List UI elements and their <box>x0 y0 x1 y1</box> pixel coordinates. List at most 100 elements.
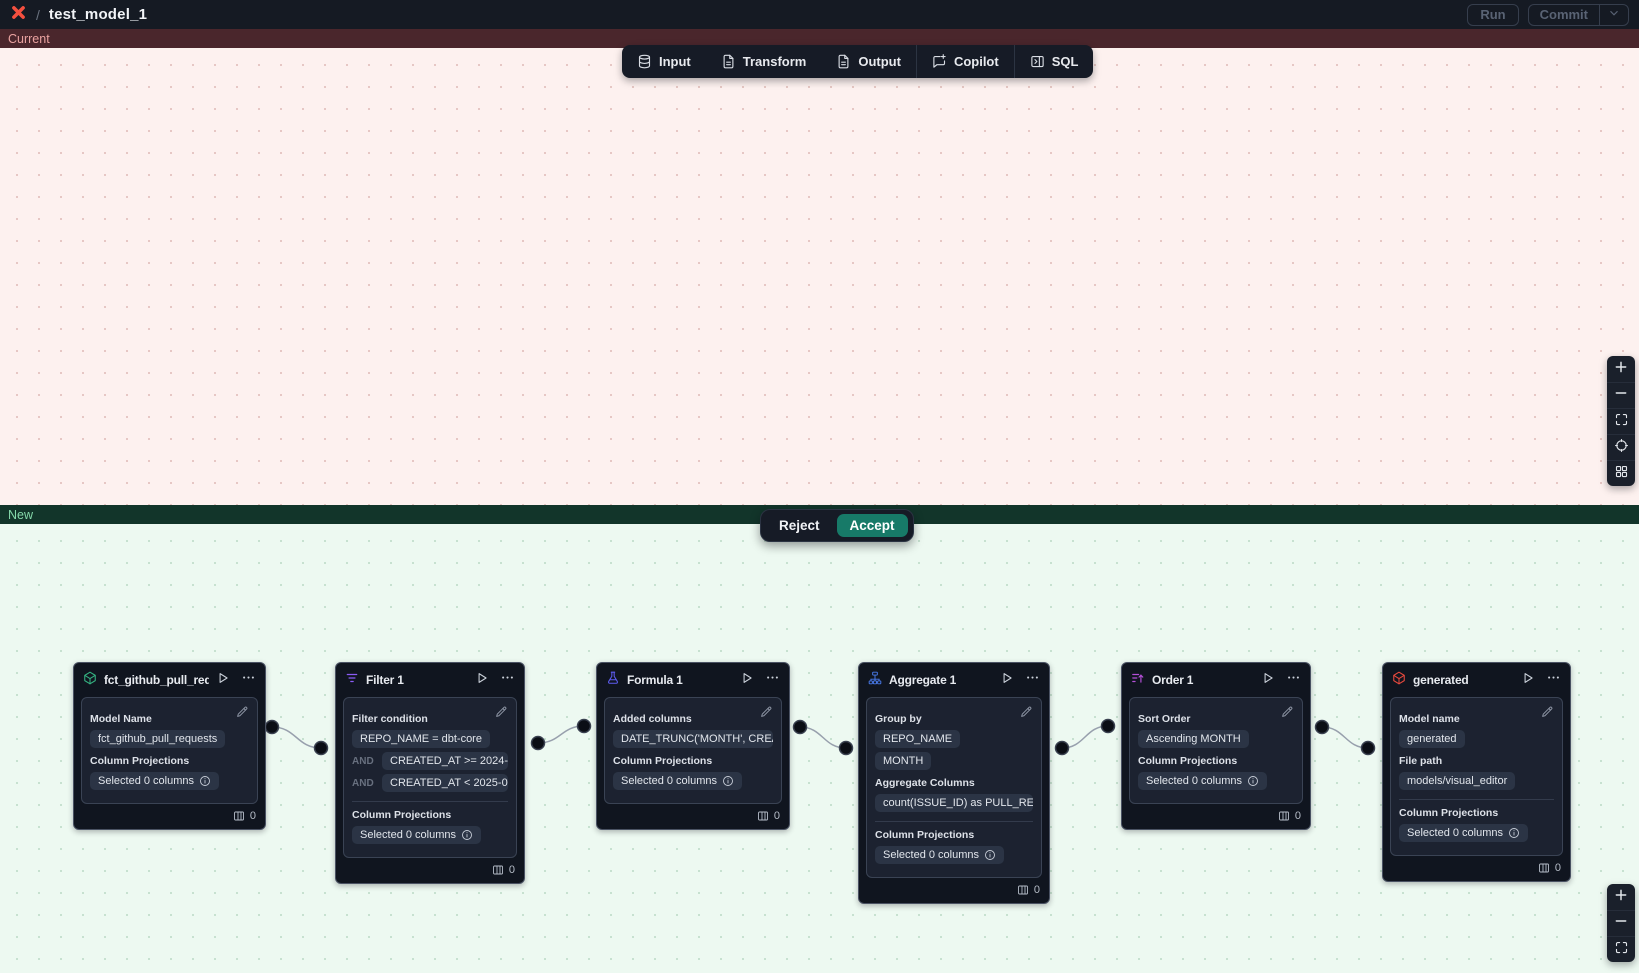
value-row: AND CREATED_AT >= 2024-12-01 <box>352 752 508 770</box>
zoom-in-button[interactable] <box>1607 884 1635 910</box>
edit-node-button[interactable] <box>1020 705 1033 723</box>
node-body: Filter conditionREPO_NAME = dbt-coreANDC… <box>343 697 517 858</box>
node-toolbar: Input Transform OutputCopilotSQL <box>622 45 1093 78</box>
info-icon[interactable] <box>199 775 211 787</box>
node-menu-button[interactable] <box>1286 670 1301 690</box>
run-node-button[interactable] <box>740 671 754 690</box>
node-menu-button[interactable] <box>765 670 780 690</box>
app-logo-icon[interactable] <box>10 4 27 26</box>
row-count: 0 <box>1555 862 1561 874</box>
info-icon[interactable] <box>984 849 996 861</box>
run-node-button[interactable] <box>1521 671 1535 690</box>
file-icon <box>836 54 851 69</box>
section-label: Model name <box>1399 713 1554 725</box>
run-node-button[interactable] <box>1261 671 1275 690</box>
info-icon[interactable] <box>1508 827 1520 839</box>
node-menu-button[interactable] <box>500 670 515 690</box>
commit-button[interactable]: Commit <box>1529 5 1599 25</box>
target-handle-generated[interactable] <box>1362 742 1375 755</box>
value-pill-text: Ascending MONTH <box>1146 733 1241 745</box>
edit-node-button[interactable] <box>236 705 249 723</box>
node-menu-button[interactable] <box>241 670 256 690</box>
source-handle-order-1[interactable] <box>1316 721 1329 734</box>
node-body: Model Namefct_github_pull_requestsColumn… <box>81 697 258 804</box>
node-generated[interactable]: generatedModel namegeneratedFile pathmod… <box>1382 662 1571 882</box>
pencil-icon <box>1541 705 1554 723</box>
value-pill: Selected 0 columns <box>1399 824 1528 842</box>
info-icon[interactable] <box>461 829 473 841</box>
node-title: Filter 1 <box>366 673 468 687</box>
reject-button[interactable]: Reject <box>766 514 833 537</box>
source-handle-aggregate-1[interactable] <box>1056 742 1069 755</box>
section-divider <box>352 801 508 802</box>
run-button[interactable]: Run <box>1467 4 1518 26</box>
pencil-icon <box>1281 705 1294 723</box>
node-formula-1[interactable]: Formula 1Added columnsDATE_TRUNC('MONTH'… <box>596 662 790 830</box>
source-handle-filter-1[interactable] <box>532 737 545 750</box>
run-node-button[interactable] <box>475 671 489 690</box>
target-handle-aggregate-1[interactable] <box>840 742 853 755</box>
locate-icon <box>1614 438 1629 458</box>
node-order-1[interactable]: Order 1Sort OrderAscending MONTHColumn P… <box>1121 662 1311 830</box>
commit-dropdown-button[interactable] <box>1599 5 1628 25</box>
target-handle-order-1[interactable] <box>1102 720 1115 733</box>
node-footer: 0 <box>336 858 524 883</box>
node-body: Group byREPO_NAMEMONTHAggregate Columnsc… <box>866 697 1042 878</box>
top-bar: / test_model_1 Run Commit <box>0 0 1639 29</box>
info-icon[interactable] <box>722 775 734 787</box>
toolbar-item-label: Transform <box>743 54 807 69</box>
toolbar-item-copilot[interactable]: Copilot <box>916 45 1014 78</box>
columns-icon <box>757 810 769 822</box>
value-pill: Selected 0 columns <box>352 826 481 844</box>
node-filter-1[interactable]: Filter 1Filter conditionREPO_NAME = dbt-… <box>335 662 525 884</box>
fit-view-button[interactable] <box>1607 936 1635 962</box>
node-title: Order 1 <box>1152 673 1254 687</box>
edit-node-button[interactable] <box>760 705 773 723</box>
zoom-in-button[interactable] <box>1607 356 1635 382</box>
value-pill-text: Selected 0 columns <box>98 775 194 787</box>
value-pill-text: models/visual_editor <box>1407 775 1507 787</box>
value-pill: CREATED_AT >= 2024-12-01 <box>382 752 508 770</box>
fit-view-button[interactable] <box>1607 408 1635 434</box>
zoom-out-button[interactable] <box>1607 382 1635 408</box>
value-pill: REPO_NAME = dbt-core <box>352 730 490 748</box>
info-icon[interactable] <box>1247 775 1259 787</box>
source-handle-source[interactable] <box>266 721 279 734</box>
run-node-button[interactable] <box>1000 671 1014 690</box>
locate-button[interactable] <box>1607 434 1635 460</box>
page-title: test_model_1 <box>49 6 147 23</box>
value-pill-text: Selected 0 columns <box>1407 827 1503 839</box>
current-version-canvas[interactable] <box>0 48 1639 505</box>
edit-node-button[interactable] <box>1541 705 1554 723</box>
toolbar-item-input[interactable]: Input <box>622 45 706 78</box>
node-menu-button[interactable] <box>1025 670 1040 690</box>
zoom-controls-new <box>1607 884 1635 962</box>
toolbar-item-sql[interactable]: SQL <box>1014 45 1094 78</box>
accept-button[interactable]: Accept <box>837 514 908 537</box>
run-node-button[interactable] <box>216 671 230 690</box>
node-menu-button[interactable] <box>1546 670 1561 690</box>
row-count: 0 <box>250 810 256 822</box>
toolbar-item-transform[interactable]: Transform <box>706 45 822 78</box>
node-footer: 0 <box>1383 856 1570 881</box>
toolbar-item-output[interactable]: Output <box>821 45 916 78</box>
node-footer: 0 <box>74 804 265 829</box>
section-label: Added columns <box>613 713 773 725</box>
play-icon <box>1521 671 1535 690</box>
edit-node-button[interactable] <box>1281 705 1294 723</box>
node-source[interactable]: fct_github_pull_requestsModel Namefct_gi… <box>73 662 266 830</box>
edit-node-button[interactable] <box>495 705 508 723</box>
value-row: MONTH <box>875 752 1033 770</box>
tidy-button[interactable] <box>1607 460 1635 486</box>
node-aggregate-1[interactable]: Aggregate 1Group byREPO_NAMEMONTHAggrega… <box>858 662 1050 904</box>
value-pill-text: Selected 0 columns <box>1146 775 1242 787</box>
zoom-out-button[interactable] <box>1607 910 1635 936</box>
sort-icon <box>1131 671 1145 690</box>
target-handle-formula-1[interactable] <box>578 720 591 733</box>
condition-prefix: AND <box>352 756 376 767</box>
section-label: Group by <box>875 713 1033 725</box>
source-handle-formula-1[interactable] <box>794 721 807 734</box>
target-handle-filter-1[interactable] <box>315 742 328 755</box>
value-pill: REPO_NAME <box>875 730 960 748</box>
section-label: Aggregate Columns <box>875 777 1033 789</box>
